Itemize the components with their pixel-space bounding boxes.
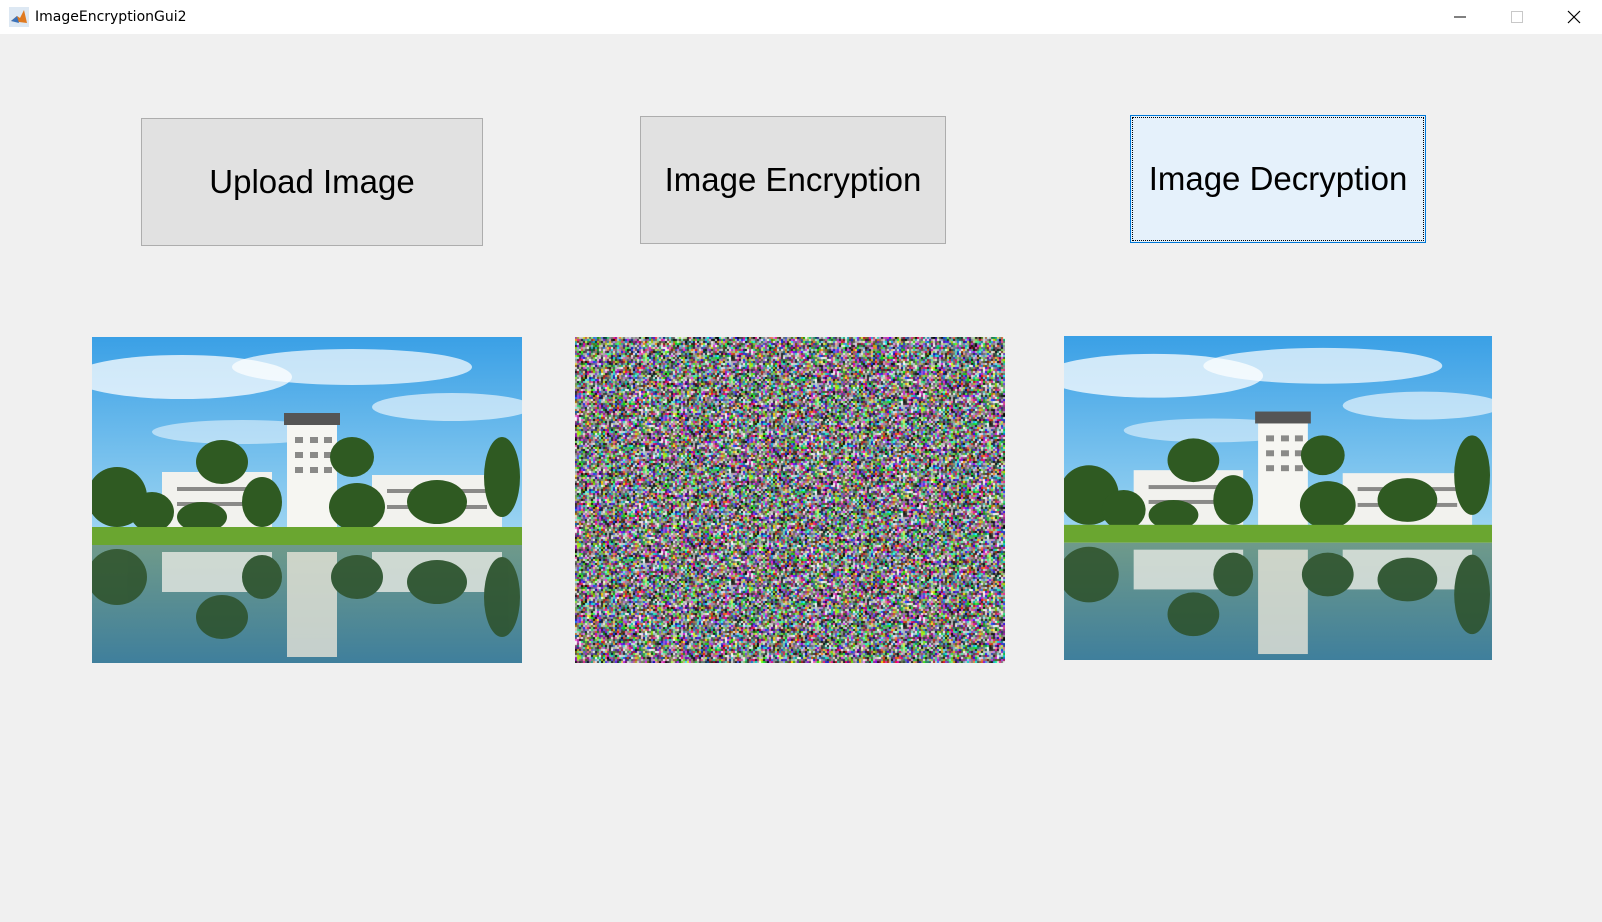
- original-image: [92, 337, 522, 663]
- image-decryption-button[interactable]: Image Decryption: [1130, 115, 1426, 243]
- minimize-button[interactable]: [1431, 0, 1488, 34]
- window-title: ImageEncryptionGui2: [35, 9, 187, 25]
- maximize-button[interactable]: [1488, 0, 1545, 34]
- minimize-icon: [1453, 16, 1466, 18]
- matlab-icon: [9, 7, 29, 27]
- decrypted-image: [1064, 336, 1492, 660]
- upload-image-button[interactable]: Upload Image: [141, 118, 483, 246]
- close-icon: [1567, 10, 1580, 24]
- close-button[interactable]: [1545, 0, 1602, 34]
- encrypted-image: [575, 337, 1005, 663]
- title-bar: ImageEncryptionGui2: [0, 0, 1602, 34]
- maximize-icon: [1510, 11, 1523, 23]
- image-encryption-button[interactable]: Image Encryption: [640, 116, 946, 244]
